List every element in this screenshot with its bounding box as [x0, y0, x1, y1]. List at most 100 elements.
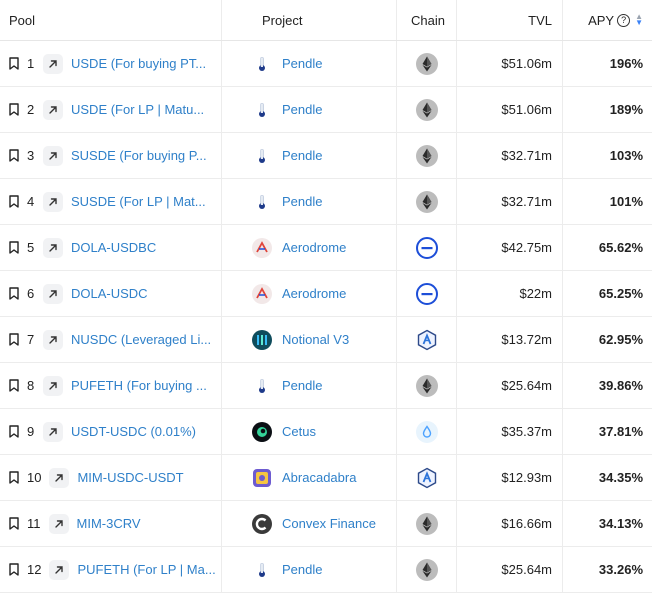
external-link-icon[interactable] — [43, 99, 63, 120]
tvl-value: $32.71m — [501, 148, 552, 163]
project-link[interactable]: Aerodrome — [282, 240, 346, 255]
project-link[interactable]: Convex Finance — [282, 516, 376, 531]
pool-link[interactable]: PUFETH (For LP | Ma... — [77, 562, 215, 577]
arbitrum-chain-icon[interactable] — [416, 329, 438, 351]
ethereum-chain-icon[interactable] — [415, 374, 438, 397]
pool-cell: 4 SUSDE (For LP | Mat... — [0, 179, 222, 224]
project-cell: Cetus — [222, 409, 397, 454]
table-row[interactable]: 7 NUSDC (Leveraged Li... Notional V3 $13.72… — [0, 317, 652, 363]
external-link-icon[interactable] — [43, 237, 63, 258]
tvl-value: $22m — [519, 286, 552, 301]
bookmark-icon[interactable] — [9, 287, 27, 300]
tvl-cell: $35.37m — [457, 409, 563, 454]
pool-link[interactable]: PUFETH (For buying ... — [71, 378, 207, 393]
bookmark-icon[interactable] — [9, 241, 27, 254]
external-link-icon[interactable] — [43, 375, 63, 396]
apy-value: 65.25% — [598, 286, 643, 301]
ethereum-chain-icon[interactable] — [415, 144, 438, 167]
rank-number: 10 — [27, 470, 42, 485]
table-row[interactable]: 1 USDE (For buying PT... Pendle $51.06m 196% — [0, 41, 652, 87]
table-row[interactable]: 10 MIM-USDC-USDT Abracadabra $12.93m 34.35% — [0, 455, 652, 501]
project-link[interactable]: Aerodrome — [282, 286, 346, 301]
bookmark-icon[interactable] — [9, 333, 27, 346]
ethereum-chain-icon[interactable] — [415, 558, 438, 581]
table-row[interactable]: 2 USDE (For LP | Matu... Pendle $51.06m 189% — [0, 87, 652, 133]
project-link[interactable]: Notional V3 — [282, 332, 349, 347]
project-link[interactable]: Cetus — [282, 424, 316, 439]
bookmark-icon[interactable] — [9, 471, 27, 484]
bookmark-icon[interactable] — [9, 425, 27, 438]
external-link-icon[interactable] — [48, 513, 69, 534]
pool-link[interactable]: USDE (For LP | Matu... — [71, 102, 204, 117]
pool-link[interactable]: NUSDC (Leveraged Li... — [71, 332, 211, 347]
pool-link[interactable]: SUSDE (For LP | Mat... — [71, 194, 206, 209]
external-link-icon[interactable] — [43, 283, 63, 304]
aerodrome-logo-icon — [252, 237, 272, 258]
external-link-icon[interactable] — [43, 329, 63, 350]
project-link[interactable]: Abracadabra — [282, 470, 356, 485]
pool-link[interactable]: MIM-USDC-USDT — [77, 470, 183, 485]
column-header-tvl[interactable]: TVL — [457, 0, 563, 40]
project-link[interactable]: Pendle — [282, 562, 322, 577]
apy-value: 39.86% — [598, 378, 643, 393]
arbitrum-chain-icon[interactable] — [416, 467, 438, 489]
project-link[interactable]: Pendle — [282, 148, 322, 163]
tvl-value: $42.75m — [501, 240, 552, 255]
table-row[interactable]: 8 PUFETH (For buying ... Pendle $25.64m 39.8… — [0, 363, 652, 409]
pool-link[interactable]: USDT-USDC (0.01%) — [71, 424, 196, 439]
apy-cell: 189% — [563, 87, 652, 132]
table-row[interactable]: 5 DOLA-USDBC Aerodrome $42.75m 65.62% — [0, 225, 652, 271]
table-row[interactable]: 9 USDT-USDC (0.01%) Cetus $35.37m 37.81% — [0, 409, 652, 455]
column-header-pool[interactable]: Pool — [0, 0, 222, 40]
pool-link[interactable]: SUSDE (For buying P... — [71, 148, 207, 163]
column-header-project[interactable]: Project — [222, 0, 397, 40]
pool-cell: 3 SUSDE (For buying P... — [0, 133, 222, 178]
pool-link[interactable]: USDE (For buying PT... — [71, 56, 206, 71]
bookmark-icon[interactable] — [9, 103, 27, 116]
ethereum-chain-icon[interactable] — [415, 190, 438, 213]
base-chain-icon[interactable] — [415, 236, 438, 259]
chain-cell — [397, 455, 457, 500]
help-icon[interactable]: ? — [617, 13, 631, 27]
column-header-chain-label: Chain — [411, 12, 445, 28]
pool-link[interactable]: MIM-3CRV — [77, 516, 141, 531]
sort-descending-icon[interactable]: ▲ ▼ — [635, 13, 643, 27]
bookmark-icon[interactable] — [9, 563, 27, 576]
ethereum-chain-icon[interactable] — [415, 512, 438, 535]
tvl-cell: $25.64m — [457, 363, 563, 408]
sui-chain-icon[interactable] — [415, 420, 438, 443]
project-link[interactable]: Pendle — [282, 102, 322, 117]
table-row[interactable]: 3 SUSDE (For buying P... Pendle $32.71m 103% — [0, 133, 652, 179]
table-row[interactable]: 11 MIM-3CRV Convex Finance $16.66m 34.13% — [0, 501, 652, 547]
external-link-icon[interactable] — [43, 421, 63, 442]
external-link-icon[interactable] — [43, 53, 63, 74]
bookmark-icon[interactable] — [9, 195, 27, 208]
column-header-chain[interactable]: Chain — [397, 0, 457, 40]
bookmark-icon[interactable] — [9, 379, 27, 392]
project-link[interactable]: Pendle — [282, 378, 322, 393]
pool-link[interactable]: DOLA-USDC — [71, 286, 148, 301]
table-row[interactable]: 12 PUFETH (For LP | Ma... Pendle $25.64m 33.… — [0, 547, 652, 593]
external-link-icon[interactable] — [43, 191, 63, 212]
bookmark-icon[interactable] — [9, 57, 27, 70]
bookmark-icon[interactable] — [9, 517, 27, 530]
base-chain-icon[interactable] — [415, 282, 438, 305]
pool-link[interactable]: DOLA-USDBC — [71, 240, 156, 255]
chain-cell — [397, 501, 457, 546]
chain-cell — [397, 363, 457, 408]
project-link[interactable]: Pendle — [282, 194, 322, 209]
ethereum-chain-icon[interactable] — [415, 98, 438, 121]
pool-cell: 8 PUFETH (For buying ... — [0, 363, 222, 408]
rank-number: 3 — [27, 148, 35, 163]
chain-cell — [397, 271, 457, 316]
external-link-icon[interactable] — [49, 467, 70, 488]
chain-cell — [397, 133, 457, 178]
ethereum-chain-icon[interactable] — [415, 52, 438, 75]
column-header-apy[interactable]: APY ? ▲ ▼ — [563, 0, 652, 40]
bookmark-icon[interactable] — [9, 149, 27, 162]
table-row[interactable]: 4 SUSDE (For LP | Mat... Pendle $32.71m 101% — [0, 179, 652, 225]
project-link[interactable]: Pendle — [282, 56, 322, 71]
external-link-icon[interactable] — [43, 145, 63, 166]
table-row[interactable]: 6 DOLA-USDC Aerodrome $22m 65.25% — [0, 271, 652, 317]
project-cell: Pendle — [222, 41, 397, 86]
